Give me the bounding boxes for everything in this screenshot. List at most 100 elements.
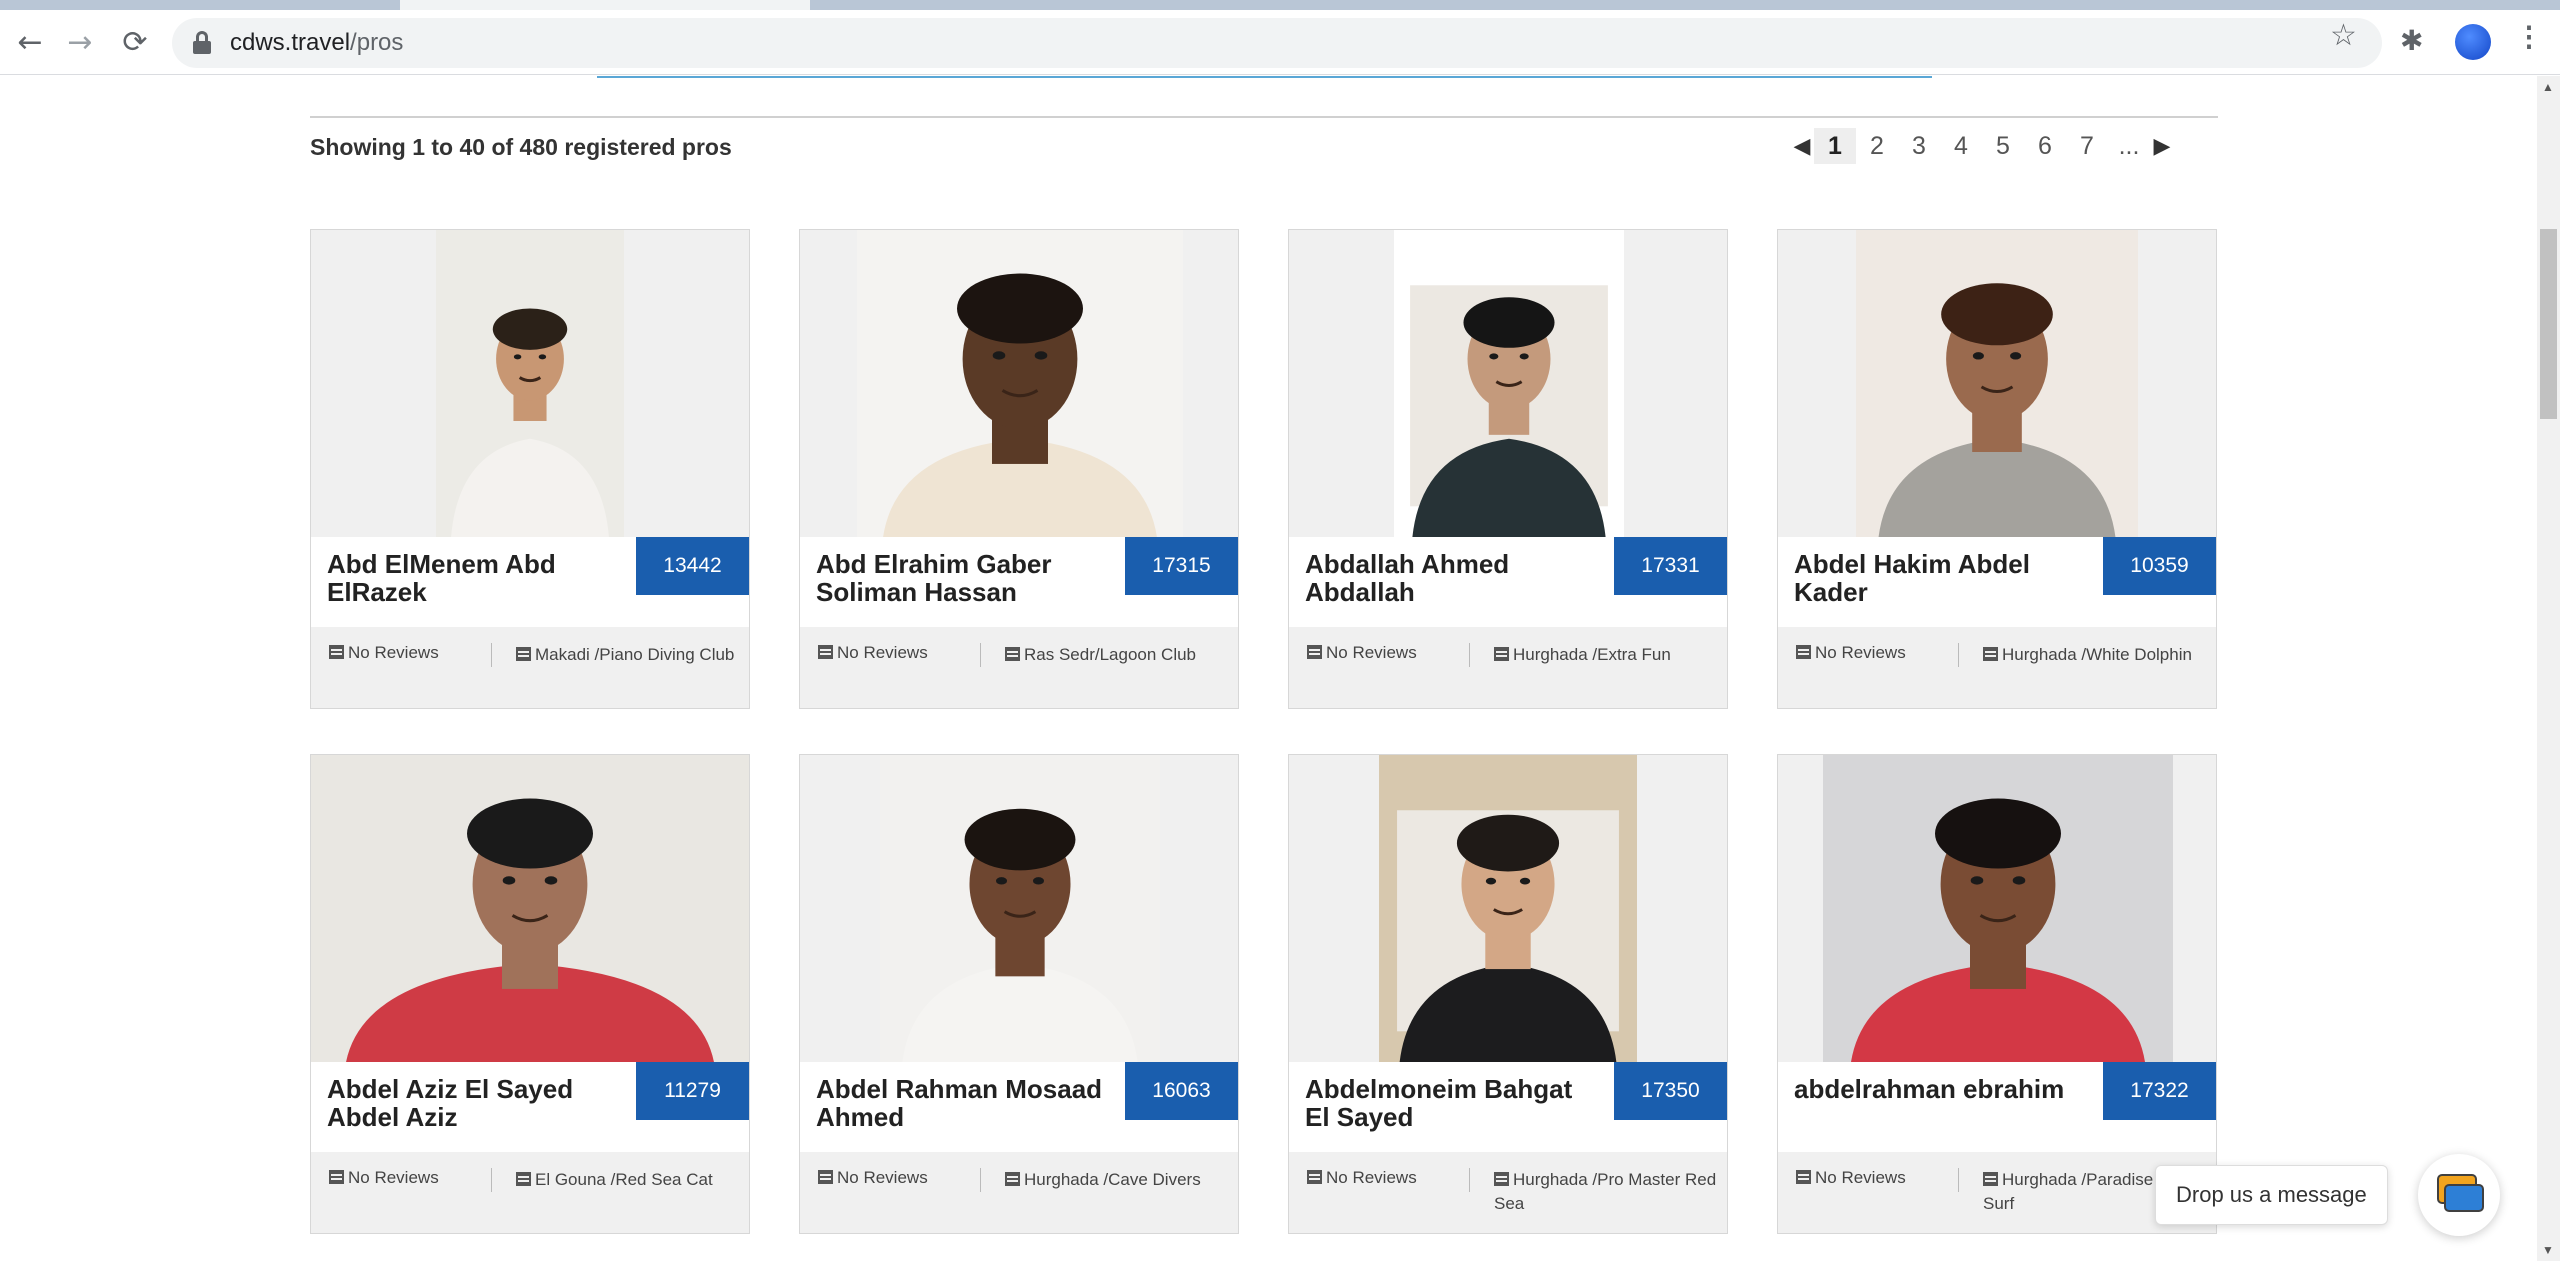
location-icon [516,647,531,661]
chat-prompt[interactable]: Drop us a message [2155,1165,2388,1225]
location-text: Hurghada /White Dolphin [2002,645,2192,664]
info-separator [491,643,492,667]
pro-card[interactable]: Abd Elrahim Gaber Soliman Hassan 17315 N… [799,229,1239,709]
scroll-up-icon[interactable]: ▲ [2542,80,2554,94]
reviews-text: No Reviews [837,643,928,662]
prev-page-icon[interactable]: ◀ [1790,128,1814,164]
reload-icon[interactable]: ⟳ [115,22,155,62]
pro-card[interactable]: Abdel Rahman Mosaad Ahmed 16063 No Revie… [799,754,1239,1234]
location-icon [1494,1172,1509,1186]
pro-info-row: No Reviews Hurghada /Extra Fun [1289,627,1727,708]
pro-id-badge: 11279 [636,1062,749,1120]
pro-name[interactable]: Abdel Aziz El Sayed Abdel Aziz [327,1075,617,1131]
photo-area [800,755,1238,1062]
pro-photo[interactable] [1823,755,2173,1062]
page-5[interactable]: 5 [1982,128,2024,164]
page-7[interactable]: 7 [2066,128,2108,164]
reviews-text: No Reviews [1815,643,1906,662]
profile-avatar[interactable] [2455,24,2491,60]
location-icon [1005,647,1020,661]
pro-name[interactable]: Abd Elrahim Gaber Soliman Hassan [816,550,1106,606]
reviews: No Reviews [329,1168,439,1188]
photo-area [1778,755,2216,1062]
reviews-text: No Reviews [1326,1168,1417,1187]
pro-id-badge: 13442 [636,537,749,595]
reviews-text: No Reviews [837,1168,928,1187]
lock-icon [192,31,212,55]
pro-photo[interactable] [436,230,624,537]
pro-card[interactable]: Abdallah Ahmed Abdallah 17331 No Reviews… [1288,229,1728,709]
pro-name[interactable]: Abdel Rahman Mosaad Ahmed [816,1075,1106,1131]
pro-photo[interactable] [880,755,1160,1062]
pro-name[interactable]: Abdelmoneim Bahgat El Sayed [1305,1075,1595,1131]
reviews-icon [1307,645,1322,659]
chat-icon[interactable] [2418,1154,2500,1236]
reviews: No Reviews [1796,1168,1906,1188]
pro-card[interactable]: abdelrahman ebrahim 17322 No Reviews Hur… [1777,754,2217,1234]
pro-photo[interactable] [311,755,749,1062]
reviews-icon [329,645,344,659]
browser-menu-icon[interactable]: ⋮ [2515,20,2543,53]
page-4[interactable]: 4 [1940,128,1982,164]
pro-name[interactable]: Abd ElMenem Abd ElRazek [327,550,617,606]
reviews-text: No Reviews [1326,643,1417,662]
reviews-icon [1796,1170,1811,1184]
pro-photo[interactable] [1856,230,2138,537]
location: Hurghada /Extra Fun [1494,643,1719,667]
pro-info-row: No Reviews Makadi /Piano Diving Club [311,627,749,708]
bookmark-star-icon[interactable]: ☆ [2330,18,2357,53]
reviews-text: No Reviews [348,1168,439,1187]
scroll-thumb[interactable] [2540,229,2557,419]
reviews-icon [1796,645,1811,659]
browser-toolbar: ← → ⟳ cdws.travel/pros ☆ ✱ ⋮ [0,10,2560,75]
page-3[interactable]: 3 [1898,128,1940,164]
location: El Gouna /Red Sea Cat [516,1168,741,1192]
pro-info-row: No Reviews Hurghada /White Dolphin [1778,627,2216,708]
pro-id-badge: 17315 [1125,537,1238,595]
page-2[interactable]: 2 [1856,128,1898,164]
pro-photo[interactable] [857,230,1183,537]
location-icon [1983,1172,1998,1186]
info-separator [980,643,981,667]
pro-info-row: No Reviews Hurghada /Paradise Kite Surf [1778,1152,2216,1233]
location: Makadi /Piano Diving Club [516,643,741,667]
pro-name[interactable]: abdelrahman ebrahim [1794,1075,2084,1103]
pro-name[interactable]: Abdel Hakim Abdel Kader [1794,550,2084,606]
scrollbar[interactable]: ▲ ▼ [2537,76,2560,1261]
location: Hurghada /Pro Master Red Sea [1494,1168,1719,1216]
reviews-icon [818,645,833,659]
pro-card[interactable]: Abd ElMenem Abd ElRazek 13442 No Reviews… [310,229,750,709]
location-text: Makadi /Piano Diving Club [535,645,735,664]
photo-area [1289,230,1727,537]
pro-photo[interactable] [1394,230,1624,537]
scroll-down-icon[interactable]: ▼ [2542,1243,2554,1257]
pro-card[interactable]: Abdel Aziz El Sayed Abdel Aziz 11279 No … [310,754,750,1234]
pro-photo[interactable] [1379,755,1637,1062]
pro-info-row: No Reviews Hurghada /Pro Master Red Sea [1289,1152,1727,1233]
pro-card[interactable]: Abdel Hakim Abdel Kader 10359 No Reviews… [1777,229,2217,709]
reviews: No Reviews [818,643,928,663]
location-icon [1983,647,1998,661]
next-page-icon[interactable]: ▶ [2150,128,2174,164]
active-tab[interactable] [400,0,810,10]
pro-card[interactable]: Abdelmoneim Bahgat El Sayed 17350 No Rev… [1288,754,1728,1234]
page-6[interactable]: 6 [2024,128,2066,164]
info-separator [1469,1168,1470,1192]
reviews-icon [329,1170,344,1184]
reviews: No Reviews [1307,1168,1417,1188]
pro-id-badge: 17322 [2103,1062,2216,1120]
forward-icon[interactable]: → [60,22,100,62]
info-separator [1958,1168,1959,1192]
back-icon[interactable]: ← [10,22,50,62]
reviews-icon [1307,1170,1322,1184]
page-viewport: Showing 1 to 40 of 480 registered pros ◀… [0,76,2537,1261]
address-bar[interactable]: cdws.travel/pros [172,18,2382,68]
location: Hurghada /Cave Divers [1005,1168,1230,1192]
pro-info-row: No Reviews El Gouna /Red Sea Cat [311,1152,749,1233]
page-ellipsis[interactable]: ... [2108,128,2150,164]
pro-name[interactable]: Abdallah Ahmed Abdallah [1305,550,1595,606]
page-1[interactable]: 1 [1814,128,1856,164]
extensions-puzzle-icon[interactable]: ✱ [2400,24,2436,60]
accent-line [597,76,1932,78]
reviews: No Reviews [329,643,439,663]
